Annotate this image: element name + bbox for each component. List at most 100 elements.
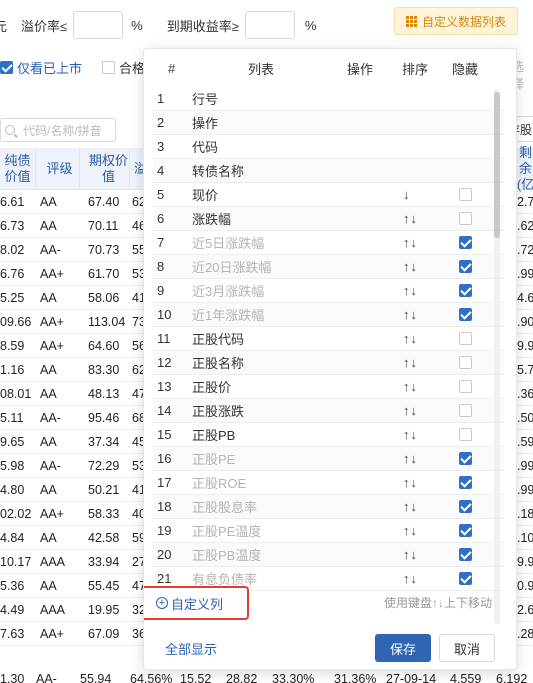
list-item[interactable]: 12 正股名称 ↑↓ [153, 351, 504, 375]
table-row[interactable]: 9.65 AA 37.34 45 [0, 430, 150, 454]
bottom-cell: 1.30 [0, 672, 25, 683]
table-row[interactable]: 09.66 AA+ 113.04 73 [0, 310, 150, 334]
table-row[interactable]: 08.01 AA 48.13 47 [0, 382, 150, 406]
list-item[interactable]: 6 涨跌幅 ↑↓ [153, 207, 504, 231]
sort-arrows-icon[interactable]: ↑↓ [403, 259, 418, 274]
list-item-number: 2 [157, 115, 165, 130]
sort-arrows-icon[interactable]: ↑↓ [403, 235, 418, 250]
sort-arrows-icon[interactable]: ↑↓ [403, 307, 418, 322]
list-item[interactable]: 10 近1年涨跌幅 ↑↓ [153, 303, 504, 327]
hide-checkbox[interactable] [459, 476, 472, 489]
search-input[interactable]: 代码/名称/拼音 [0, 118, 116, 142]
hide-checkbox[interactable] [459, 500, 472, 513]
hide-checkbox[interactable] [459, 212, 472, 225]
hide-checkbox[interactable] [459, 548, 472, 561]
header-rating[interactable]: 评级 [36, 148, 80, 189]
hide-checkbox[interactable] [459, 260, 472, 273]
table-row[interactable]: 4.84 AA 42.58 59 [0, 526, 150, 550]
list-item[interactable]: 11 正股代码 ↑↓ [153, 327, 504, 351]
list-item[interactable]: 17 正股ROE ↑↓ [153, 471, 504, 495]
sort-arrows-icon[interactable]: ↑↓ [403, 403, 418, 418]
hide-checkbox[interactable] [459, 404, 472, 417]
hide-checkbox[interactable] [459, 188, 472, 201]
hide-checkbox[interactable] [459, 236, 472, 249]
save-button[interactable]: 保存 [375, 634, 431, 662]
table-row[interactable]: 4.80 AA 50.21 41 [0, 478, 150, 502]
table-row[interactable]: 10.17 AAA 33.94 27 [0, 550, 150, 574]
listed-only-checkbox[interactable] [0, 61, 13, 74]
table-row[interactable]: 02.02 AA+ 58.33 40 [0, 502, 150, 526]
list-item[interactable]: 14 正股涨跌 ↑↓ [153, 399, 504, 423]
hide-checkbox[interactable] [459, 380, 472, 393]
list-item[interactable]: 19 正股PE温度 ↑↓ [153, 519, 504, 543]
scrollbar-thumb[interactable] [494, 92, 500, 238]
list-item-number: 9 [157, 283, 165, 298]
sort-arrows-icon[interactable]: ↓ [403, 187, 411, 202]
sort-arrows-icon[interactable]: ↑↓ [403, 283, 418, 298]
list-item[interactable]: 8 近20日涨跌幅 ↑↓ [153, 255, 504, 279]
show-all-link[interactable]: 全部显示 [165, 639, 217, 658]
list-item[interactable]: 5 现价 ↓ [153, 183, 504, 207]
sort-arrows-icon[interactable]: ↑↓ [403, 379, 418, 394]
table-row[interactable]: 5.98 AA- 72.29 53 [0, 454, 150, 478]
sort-arrows-icon[interactable]: ↑↓ [403, 547, 418, 562]
premium-input[interactable] [73, 11, 124, 39]
table-row[interactable]: 6.61 AA 67.40 62 [0, 190, 150, 214]
sort-arrows-icon[interactable]: ↑↓ [403, 451, 418, 466]
sort-arrows-icon[interactable]: ↑↓ [403, 427, 418, 442]
table-row[interactable]: 5.11 AA- 95.46 68 [0, 406, 150, 430]
table-body: 6.61 AA 67.40 62 6.73 AA 70.11 46 8.02 AA- 70.73 55… [0, 190, 150, 646]
hide-checkbox[interactable] [459, 428, 472, 441]
listed-only-filter[interactable]: 仅看已上市 合格 [0, 58, 145, 77]
list-item[interactable]: 13 正股价 ↑↓ [153, 375, 504, 399]
hide-checkbox[interactable] [459, 332, 472, 345]
cancel-button[interactable]: 取消 [439, 634, 495, 662]
header-option-value[interactable]: 期权价值 [80, 148, 130, 189]
list-item[interactable]: 1 行号 [153, 87, 504, 111]
cell-rating: AA [40, 194, 57, 209]
qualified-checkbox[interactable] [102, 61, 116, 74]
list-item[interactable]: 20 正股PB温度 ↑↓ [153, 543, 504, 567]
sort-arrows-icon[interactable]: ↑↓ [403, 499, 418, 514]
list-item[interactable]: 9 近3月涨跌幅 ↑↓ [153, 279, 504, 303]
cell-bond-value: 8.02 [0, 242, 25, 257]
cell-option-value: 37.34 [88, 434, 120, 449]
sort-arrows-icon[interactable]: ↑↓ [403, 571, 418, 586]
hide-checkbox[interactable] [459, 356, 472, 369]
hide-checkbox[interactable] [459, 572, 472, 585]
table-row[interactable]: 5.25 AA 58.06 41 [0, 286, 150, 310]
table-row[interactable]: 8.59 AA+ 64.60 56 [0, 334, 150, 358]
table-row[interactable]: 6.73 AA 70.11 46 [0, 214, 150, 238]
list-item[interactable]: 7 近5日涨跌幅 ↑↓ [153, 231, 504, 255]
list-item[interactable]: 16 正股PE ↑↓ [153, 447, 504, 471]
table-row[interactable]: 7.63 AA+ 67.09 36 [0, 622, 150, 646]
table-row[interactable]: 4.49 AAA 19.95 32 [0, 598, 150, 622]
keyboard-hint: 使用键盘↑↓上下移动 [384, 596, 493, 610]
list-item[interactable]: 2 操作 [153, 111, 504, 135]
table-row[interactable]: 1.16 AA 83.30 62 [0, 358, 150, 382]
list-item[interactable]: 15 正股PB ↑↓ [153, 423, 504, 447]
table-row[interactable]: 8.02 AA- 70.73 55 [0, 238, 150, 262]
bottom-cell: 4.559 [450, 672, 482, 683]
list-item[interactable]: 3 代码 [153, 135, 504, 159]
sort-arrows-icon[interactable]: ↑↓ [403, 331, 418, 346]
yuan-label: 元 [0, 18, 8, 34]
sort-arrows-icon[interactable]: ↑↓ [403, 523, 418, 538]
hide-checkbox[interactable] [459, 284, 472, 297]
list-item[interactable]: 18 正股股息率 ↑↓ [153, 495, 504, 519]
custom-list-button[interactable]: 自定义数据列表 [394, 7, 518, 35]
list-item[interactable]: 4 转债名称 [153, 159, 504, 183]
header-bond-value[interactable]: 纯债价值 [0, 148, 36, 189]
ytm-input[interactable] [244, 11, 295, 39]
sort-arrows-icon[interactable]: ↑↓ [403, 211, 418, 226]
hide-checkbox[interactable] [459, 308, 472, 321]
table-row[interactable]: 5.36 AA 55.45 47 [0, 574, 150, 598]
add-custom-column-button[interactable]: + 自定义列 [144, 586, 249, 620]
hide-checkbox[interactable] [459, 452, 472, 465]
sort-arrows-icon[interactable]: ↑↓ [403, 355, 418, 370]
scrollbar[interactable] [494, 89, 500, 624]
hide-checkbox[interactable] [459, 524, 472, 537]
cell-option-value: 61.70 [88, 266, 120, 281]
table-row[interactable]: 6.76 AA+ 61.70 53 [0, 262, 150, 286]
sort-arrows-icon[interactable]: ↑↓ [403, 475, 418, 490]
